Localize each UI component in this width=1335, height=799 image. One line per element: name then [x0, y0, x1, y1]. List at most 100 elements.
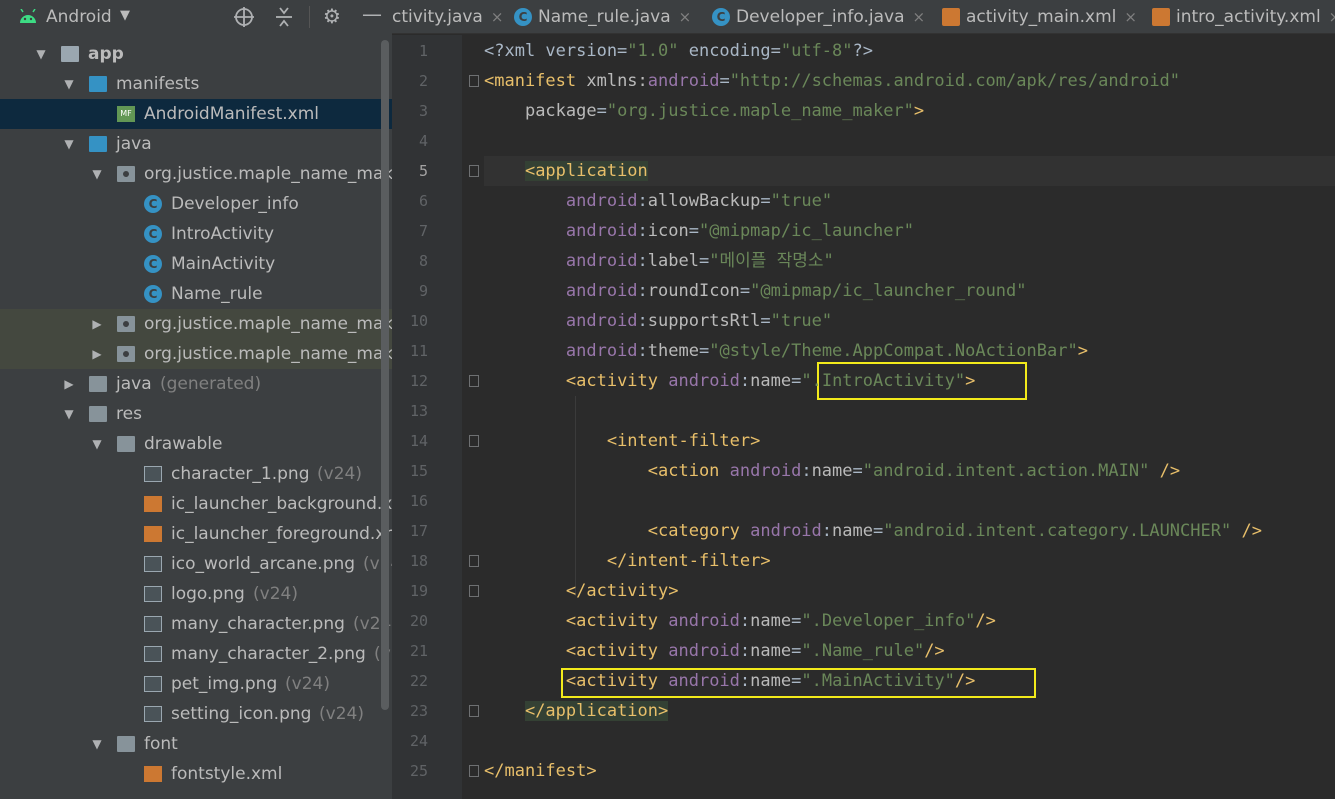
- code-editor[interactable]: 1 2 3 4 5 6 7 8 9 10 11 12 13 14 15 16 17 18 19 20 21 22 23 24 2…: [392, 35, 1335, 799]
- close-icon[interactable]: ×: [1124, 8, 1137, 26]
- tree-item[interactable]: ▶ java (generated): [0, 369, 392, 399]
- editor-tab[interactable]: ctivity.java ×: [392, 0, 504, 33]
- close-icon[interactable]: ×: [913, 8, 926, 26]
- editor-tab[interactable]: C Name_rule.java ×: [514, 0, 692, 33]
- close-icon[interactable]: ×: [1329, 8, 1335, 26]
- tree-item[interactable]: ic_launcher_foreground.xml(v2: [0, 519, 392, 549]
- tree-item[interactable]: ▼ manifests: [0, 69, 392, 99]
- code-line: <application: [484, 156, 648, 186]
- expand-arrow-icon[interactable]: ▼: [90, 729, 104, 759]
- tree-item[interactable]: many_character_2.png(v24): [0, 639, 392, 669]
- line-number: 7: [418, 222, 428, 240]
- code-token: android: [565, 221, 638, 241]
- tree-item[interactable]: logo.png (v24): [0, 579, 392, 609]
- expand-arrow-icon[interactable]: ▼: [90, 159, 104, 189]
- package-icon: [117, 346, 135, 362]
- tree-item[interactable]: MF AndroidManifest.xml: [0, 99, 392, 129]
- line-number: 25: [409, 762, 428, 780]
- image-file-icon: [144, 466, 162, 482]
- tree-item[interactable]: ▼ org.justice.maple_name_maker: [0, 159, 392, 189]
- tree-item[interactable]: ic_launcher_background.xml: [0, 489, 392, 519]
- editor-tab-label: intro_activity.xml: [1176, 7, 1321, 27]
- code-token: <intent-filter>: [606, 431, 761, 451]
- tree-item[interactable]: ▶org.justice.maple_name_maker(te: [0, 339, 392, 369]
- close-icon[interactable]: ×: [491, 8, 504, 26]
- editor-tab-label: ctivity.java: [392, 7, 483, 27]
- fold-marker-icon[interactable]: [469, 375, 479, 387]
- image-file-icon: [144, 646, 162, 662]
- editor-tab[interactable]: activity_main.xml ×: [942, 0, 1137, 33]
- code-token: =: [698, 251, 710, 271]
- code-token: "android.intent.action.MAIN": [862, 461, 1150, 481]
- tree-item[interactable]: many_character.png(v24): [0, 609, 392, 639]
- editor-tab[interactable]: intro_activity.xml ×: [1152, 0, 1335, 33]
- editor-tab[interactable]: C Developer_info.java ×: [712, 0, 926, 33]
- expand-arrow-icon[interactable]: ▼: [62, 129, 76, 159]
- code-line: <activity android:name=".IntroActivity">: [484, 366, 975, 396]
- collapse-arrow-icon[interactable]: ▶: [90, 309, 104, 339]
- code-line: <activity android:name=".Name_rule"/>: [484, 636, 945, 666]
- line-number: 19: [409, 582, 428, 600]
- code-line: </activity>: [484, 576, 679, 606]
- tree-item[interactable]: ▼ java: [0, 129, 392, 159]
- code-token: />: [954, 671, 976, 691]
- project-view-selector[interactable]: Android: [46, 7, 112, 27]
- tree-item[interactable]: fontstyle.xml: [0, 759, 392, 789]
- tree-item-label: AndroidManifest.xml: [144, 104, 320, 124]
- chevron-down-icon[interactable]: ▼: [120, 8, 130, 23]
- close-icon[interactable]: ×: [679, 8, 692, 26]
- fold-marker-icon[interactable]: [469, 585, 479, 597]
- tree-item-label: org.justice.maple_name_maker: [144, 344, 392, 364]
- tree-item[interactable]: setting_icon.png (v24): [0, 699, 392, 729]
- tree-item[interactable]: C IntroActivity: [0, 219, 392, 249]
- fold-marker-icon[interactable]: [469, 165, 479, 177]
- fold-marker-icon[interactable]: [469, 555, 479, 567]
- line-number: 22: [409, 672, 428, 690]
- fold-marker-icon[interactable]: [469, 765, 479, 777]
- code-token: android: [647, 71, 720, 91]
- tree-item[interactable]: ▼ res: [0, 399, 392, 429]
- code-line: </intent-filter>: [484, 546, 771, 576]
- tree-item[interactable]: ▶org.justice.maple_name_maker(ar: [0, 309, 392, 339]
- code-token: :: [637, 311, 648, 331]
- expand-arrow-icon[interactable]: ▼: [62, 399, 76, 429]
- minimize-icon[interactable]: —: [362, 2, 382, 26]
- project-tree-scrollbar[interactable]: [381, 40, 389, 710]
- tree-item[interactable]: ▼ app: [0, 39, 392, 69]
- line-number: 14: [409, 432, 428, 450]
- tree-item[interactable]: character_1.png (v24): [0, 459, 392, 489]
- tree-item[interactable]: C MainActivity: [0, 249, 392, 279]
- code-token: />: [924, 641, 945, 661]
- tree-item[interactable]: ico_world_arcane.png(v24): [0, 549, 392, 579]
- code-token: =: [760, 191, 771, 211]
- fold-marker-icon[interactable]: [469, 75, 479, 87]
- code-token: :: [637, 191, 648, 211]
- tree-item[interactable]: ▼ font: [0, 729, 392, 759]
- code-token: android: [668, 611, 740, 631]
- collapse-all-icon[interactable]: [274, 6, 294, 33]
- gear-icon[interactable]: ⚙: [323, 4, 341, 28]
- fold-marker-icon[interactable]: [469, 435, 479, 447]
- fold-marker-icon[interactable]: [469, 705, 479, 717]
- collapse-arrow-icon[interactable]: ▶: [62, 369, 76, 399]
- tree-item-label: logo.png: [171, 584, 245, 604]
- tree-item[interactable]: C Developer_info: [0, 189, 392, 219]
- tree-item-suffix: (v24): [317, 464, 362, 484]
- code-line: </application>: [484, 696, 669, 726]
- locate-file-icon[interactable]: [233, 6, 255, 33]
- tree-item[interactable]: C Name_rule: [0, 279, 392, 309]
- expand-arrow-icon[interactable]: ▼: [62, 69, 76, 99]
- tree-item[interactable]: ▼ drawable: [0, 429, 392, 459]
- collapse-arrow-icon[interactable]: ▶: [90, 339, 104, 369]
- line-number: 9: [418, 282, 428, 300]
- expand-arrow-icon[interactable]: ▼: [90, 429, 104, 459]
- tree-item[interactable]: pet_img.png (v24): [0, 669, 392, 699]
- code-token: =: [791, 641, 802, 661]
- code-token: <activity: [565, 671, 669, 691]
- expand-arrow-icon[interactable]: ▼: [34, 39, 48, 69]
